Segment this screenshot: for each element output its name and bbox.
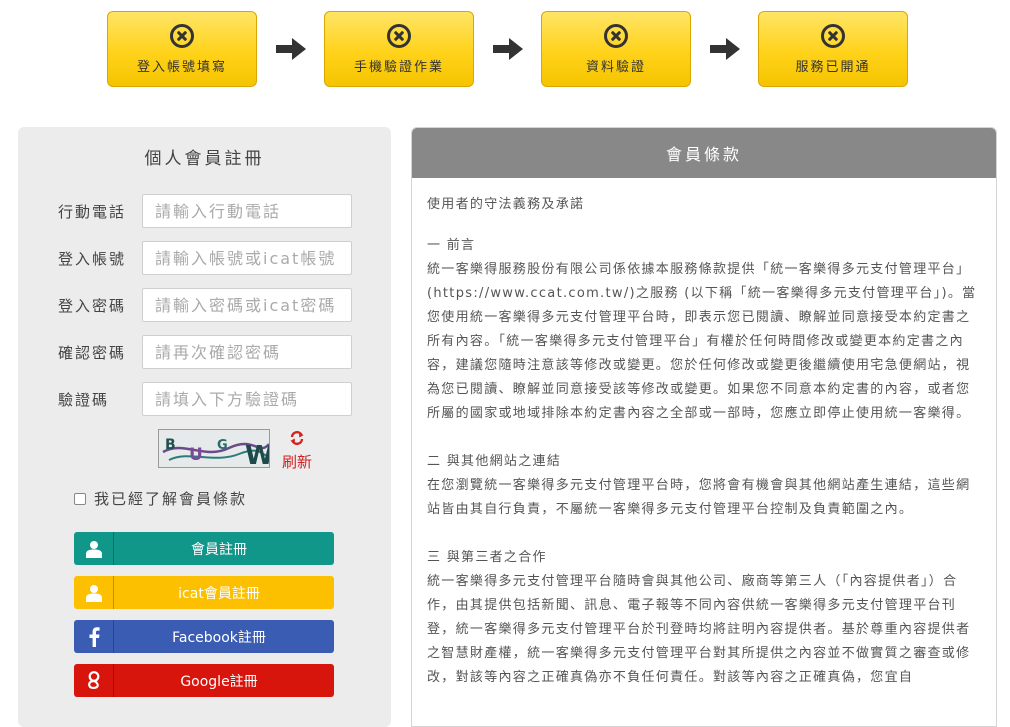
arrow-right-icon [691,36,758,62]
arrow-right-icon [474,36,541,62]
account-row: 登入帳號 [18,241,391,275]
password-row: 登入密碼 [18,288,391,322]
user-icon [74,576,114,609]
circle-x-icon [170,23,194,48]
svg-text:W: W [245,441,270,468]
google-plus-icon [74,664,114,697]
circle-x-icon [604,23,628,48]
terms-body: 使用者的守法義務及承諾 一 前言 統一客樂得服務股份有限公司係依據本服務條款提供… [412,178,996,690]
svg-text:G: G [217,438,228,453]
facebook-register-button[interactable]: Facebook註冊 [74,620,334,653]
svg-text:U: U [189,445,203,465]
arrow-right-icon [257,36,324,62]
facebook-register-label: Facebook註冊 [172,629,266,646]
account-input[interactable] [142,241,352,275]
svg-text:B: B [165,437,176,453]
account-label: 登入帳號 [58,250,127,268]
step-phone: 手機驗證作業 [324,11,474,87]
step-account: 登入帳號填寫 [107,11,257,87]
terms-section-body: 在您瀏覽統一客樂得多元支付管理平台時，您將會有機會與其他網站產生連結，這些網站皆… [427,478,971,517]
icat-register-button[interactable]: icat會員註冊 [74,576,334,609]
terms-panel[interactable]: 會員條款 使用者的守法義務及承諾 一 前言 統一客樂得服務股份有限公司係依據本服… [411,127,997,727]
password-label: 登入密碼 [58,297,127,315]
phone-input[interactable] [142,194,352,228]
terms-intro: 使用者的守法義務及承諾 [427,197,585,212]
refresh-icon [290,431,304,445]
step-label: 登入帳號填寫 [136,59,227,75]
confirm-password-row: 確認密碼 [18,335,391,369]
password-input[interactable] [142,288,352,322]
terms-section-title: 一 前言 [427,238,476,253]
user-icon [74,532,114,565]
facebook-icon [74,620,114,653]
phone-label: 行動電話 [58,203,127,221]
confirm-password-label: 確認密碼 [58,344,127,362]
terms-section-title: 二 與其他網站之連結 [427,454,562,469]
circle-x-icon [821,23,845,48]
terms-section-title: 三 與第三者之合作 [427,550,547,565]
progress-steps: 登入帳號填寫 手機驗證作業 資料驗證 服務已開通 [107,11,908,87]
step-label: 服務已開通 [795,59,871,75]
registration-title: 個人會員註冊 [144,149,265,169]
captcha-input[interactable] [142,382,352,416]
terms-section-body: 統一客樂得多元支付管理平台隨時會與其他公司、廠商等第三人（「內容提供者」）合作，… [427,574,971,685]
circle-x-icon [387,23,411,48]
refresh-label: 刷新 [281,453,312,471]
google-register-button[interactable]: Google註冊 [74,664,334,697]
agree-terms[interactable]: 我已經了解會員條款 [74,488,247,509]
captcha-label: 驗證碼 [58,391,110,409]
member-register-label: 會員註冊 [191,541,247,558]
step-activated: 服務已開通 [758,11,908,87]
agree-label: 我已經了解會員條款 [94,490,248,508]
terms-section-body: 統一客樂得服務股份有限公司係依據本服務條款提供「統一客樂得多元支付管理平台」(h… [427,262,977,421]
member-register-button[interactable]: 會員註冊 [74,532,334,565]
confirm-password-input[interactable] [142,335,352,369]
google-register-label: Google註冊 [180,673,258,690]
step-verify: 資料驗證 [541,11,691,87]
captcha-image: B U G W [158,429,270,468]
captcha-row: 驗證碼 [18,382,391,416]
agree-checkbox[interactable] [74,492,86,505]
icat-register-label: icat會員註冊 [178,585,260,602]
step-label: 資料驗證 [585,59,646,75]
step-label: 手機驗證作業 [353,59,444,75]
terms-header: 會員條款 [412,128,996,178]
phone-row: 行動電話 [18,194,391,228]
registration-panel: 個人會員註冊 行動電話 登入帳號 登入密碼 確認密碼 驗證碼 B U G W [18,127,391,727]
captcha-refresh-button[interactable]: 刷新 [280,430,314,472]
